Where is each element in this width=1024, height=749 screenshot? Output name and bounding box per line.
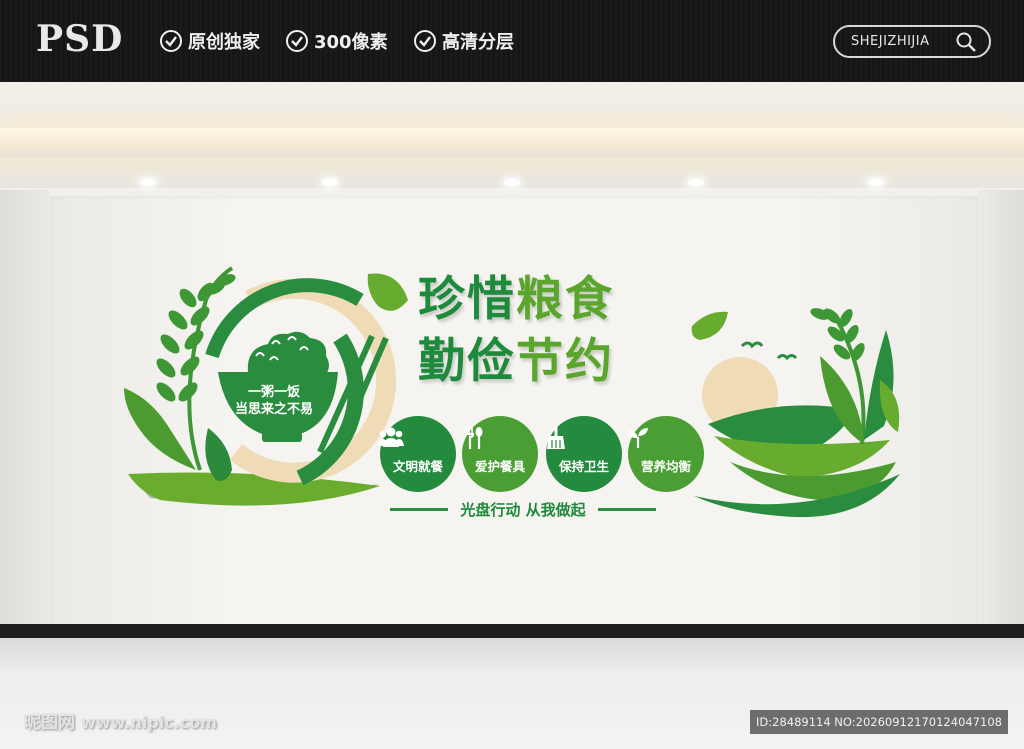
leaf-title-right bbox=[691, 311, 728, 340]
badge-keep-clean: 保持卫生 bbox=[544, 414, 624, 494]
badge-label: 文明就餐 bbox=[392, 459, 443, 474]
watermark-site-name: 昵图网 bbox=[24, 713, 75, 733]
title-line1: 珍惜粮食 bbox=[418, 276, 688, 323]
slogan: 光盘行动 从我做起 bbox=[370, 498, 676, 520]
green-swoosh bbox=[128, 472, 380, 506]
badge-label: 保持卫生 bbox=[558, 459, 609, 474]
people-icon bbox=[378, 426, 458, 452]
badge-protect-tableware: 爱护餐具 bbox=[460, 414, 540, 494]
badge-label: 营养均衡 bbox=[640, 459, 691, 474]
title-part: 珍惜 bbox=[418, 272, 516, 327]
slogan-line-right bbox=[597, 507, 656, 511]
bowl-text-line2: 当思来之不易 bbox=[234, 402, 313, 417]
broom-icon bbox=[544, 426, 624, 452]
watermark-id: ID:28489114 NO:20260912170124047108 bbox=[750, 710, 1008, 734]
bird-icon bbox=[740, 341, 798, 361]
badge-civilized-dining: 文明就餐 bbox=[378, 414, 458, 494]
badge-balanced-nutrition: 营养均衡 bbox=[626, 414, 706, 494]
slogan-line-left bbox=[390, 507, 449, 511]
title-part: 节约 bbox=[516, 334, 614, 389]
title-part: 勤俭 bbox=[418, 334, 516, 389]
sprout-icon bbox=[626, 426, 706, 452]
wheat-grains-right bbox=[810, 308, 865, 362]
title-part: 粮食 bbox=[516, 272, 614, 327]
title-line2: 勤俭节约 bbox=[418, 338, 688, 385]
fork-spoon-icon bbox=[460, 426, 540, 452]
slogan-text: 光盘行动 从我做起 bbox=[460, 500, 586, 519]
watermark-site-url: www.nipic.com bbox=[81, 713, 217, 732]
watermark-site: 昵图网 www.nipic.com bbox=[24, 708, 217, 733]
badge-label: 爱护餐具 bbox=[474, 459, 525, 474]
leaf-title-left bbox=[367, 273, 408, 311]
